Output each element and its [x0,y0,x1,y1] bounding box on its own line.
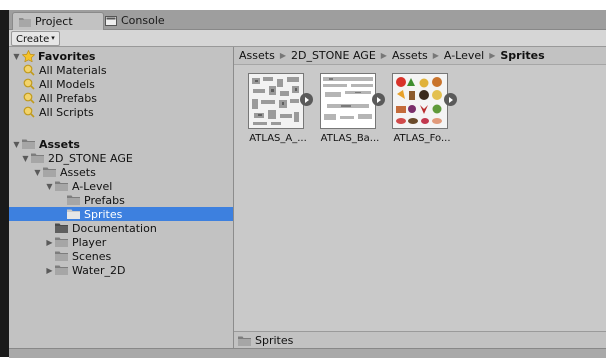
tree-item-label: Favorites [38,49,96,63]
tree-item-favorites[interactable]: ▼ Favorites [9,49,233,63]
tree-item-all-materials[interactable]: All Materials [9,63,233,77]
chevron-down-icon: ▾ [51,34,55,42]
tree-item-label: All Scripts [39,105,94,119]
tree-item-sprites[interactable]: Sprites [9,207,233,221]
folder-icon [67,209,80,219]
search-icon [23,106,35,118]
tab-project-label: Project [35,15,73,28]
asset-browser: Assets ▶ 2D_STONE AGE ▶ Assets ▶ A-Level… [234,47,606,349]
breadcrumb-item[interactable]: Assets [392,49,428,62]
create-button-label: Create [16,34,50,45]
asset-label: ATLAS_Fo... [393,133,451,144]
search-icon [23,92,35,104]
search-icon [23,64,35,76]
foldout-expanded-icon[interactable]: ▼ [12,52,21,61]
tree-item-label: Scenes [72,249,112,263]
chevron-right-icon: ▶ [279,51,286,60]
folder-icon [19,17,31,27]
search-icon [23,78,35,90]
folder-icon [67,195,80,205]
tree-item-scenes[interactable]: Scenes [9,249,233,263]
tree-item-assets[interactable]: ▼ Assets [9,137,233,151]
tree-item-label: All Models [39,77,95,91]
star-icon [22,50,35,62]
tree-item-documentation[interactable]: Documentation [9,221,233,235]
foldout-collapsed-icon[interactable]: ▶ [45,238,54,247]
asset-label: ATLAS_Ba... [320,133,380,144]
create-button[interactable]: Create ▾ [11,31,60,46]
selected-path-label: Sprites [255,334,294,347]
tree-item-label: Prefabs [84,193,125,207]
breadcrumb: Assets ▶ 2D_STONE AGE ▶ Assets ▶ A-Level… [234,47,606,65]
play-icon[interactable] [444,93,457,106]
tab-project[interactable]: Project [12,12,104,30]
tree-item-label: Documentation [72,221,157,235]
folder-icon [55,265,68,275]
tab-bar: Project Console [9,10,606,30]
tree-item-label: Water_2D [72,263,126,277]
folder-icon [31,153,44,163]
tree-item-label: Sprites [84,207,123,221]
tree-item-label: All Prefabs [39,91,97,105]
foldout-expanded-icon[interactable]: ▼ [21,154,30,163]
breadcrumb-item[interactable]: Assets [239,49,275,62]
chevron-right-icon: ▶ [432,51,439,60]
breadcrumb-item[interactable]: 2D_STONE AGE [291,49,376,62]
asset-label: ATLAS_A_... [249,133,307,144]
breadcrumb-item-current: Sprites [500,49,545,62]
project-window: Project Console Create ▾ ▼ Favorites All … [9,10,606,358]
tree-item-label: 2D_STONE AGE [48,151,133,165]
tree-item-all-models[interactable]: All Models [9,77,233,91]
foldout-collapsed-icon[interactable]: ▶ [45,266,54,275]
tree-item-label: All Materials [39,63,107,77]
project-toolbar: Create ▾ [9,30,606,47]
tree-item-label: Assets [60,165,96,179]
tree-item-all-prefabs[interactable]: All Prefabs [9,91,233,105]
tab-console[interactable]: Console [99,12,173,29]
folder-icon [22,139,35,149]
selected-path-bar: Sprites [234,331,606,349]
tree-item-prefabs[interactable]: Prefabs [9,193,233,207]
chevron-right-icon: ▶ [380,51,387,60]
foldout-expanded-icon[interactable]: ▼ [45,182,54,191]
folder-icon [55,181,68,191]
folder-icon [55,251,68,261]
folder-icon [43,167,56,177]
sprite-atlas-thumbnail [320,73,376,129]
tree-item-all-scripts[interactable]: All Scripts [9,105,233,119]
window-left-edge [0,0,9,357]
console-icon [105,15,117,26]
folder-icon [55,223,68,233]
play-icon[interactable] [372,93,385,106]
play-icon[interactable] [300,93,313,106]
tree-item-label: A-Level [72,179,113,193]
tree-item-water-2d[interactable]: ▶ Water_2D [9,263,233,277]
folder-icon [238,336,251,346]
tree-item-label: Player [72,235,107,249]
tree-item-a-level[interactable]: ▼ A-Level [9,179,233,193]
folder-tree: ▼ Favorites All Materials All Models All… [9,47,233,348]
tree-item-assets-sub[interactable]: ▼ Assets [9,165,233,179]
sprite-atlas-thumbnail [248,73,304,129]
tree-item-label: Assets [39,137,80,151]
tree-item-player[interactable]: ▶ Player [9,235,233,249]
tree-item-2d-stone-age[interactable]: ▼ 2D_STONE AGE [9,151,233,165]
foldout-expanded-icon[interactable]: ▼ [12,140,21,149]
tab-console-label: Console [121,14,165,27]
breadcrumb-item[interactable]: A-Level [444,49,484,62]
foldout-expanded-icon[interactable]: ▼ [33,168,42,177]
folder-icon [55,237,68,247]
window-top-edge [0,0,606,10]
sprite-atlas-thumbnail [392,73,448,129]
chevron-right-icon: ▶ [489,51,496,60]
